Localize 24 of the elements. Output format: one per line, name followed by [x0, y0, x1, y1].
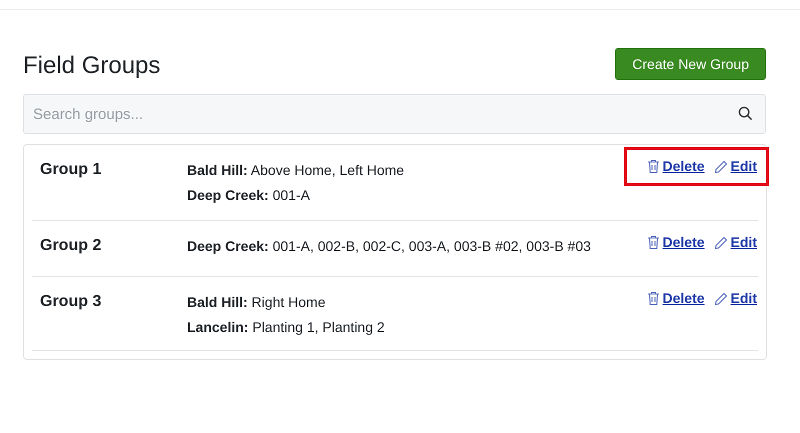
group-name: Group 2 [39, 237, 102, 255]
trash-icon [646, 159, 660, 174]
pencil-icon [714, 236, 728, 250]
edit-link[interactable]: Edit [714, 288, 757, 309]
pencil-icon [714, 160, 728, 174]
group-name: Group 1 [39, 161, 102, 179]
delete-link[interactable]: Delete [646, 232, 705, 253]
group-name: Group 3 [39, 293, 102, 311]
search-field[interactable]: Search groups... [23, 94, 766, 134]
location-line: Bald Hill: Above Home, Left Home [187, 161, 406, 179]
pencil-icon [714, 292, 728, 306]
create-group-button[interactable]: Create New Group [615, 48, 766, 80]
location-line: Deep Creek: 001-A, 002-B, 002-C, 003-A, 003-B #02, 003-B #03 [187, 237, 592, 255]
location-line: Deep Creek: 001-A [187, 186, 311, 204]
edit-link[interactable]: Edit [714, 232, 757, 253]
page-title: Field Groups [23, 51, 160, 81]
trash-icon [646, 291, 660, 306]
location-line: Lancelin: Planting 1, Planting 2 [187, 318, 386, 336]
search-icon [738, 106, 753, 121]
edit-link[interactable]: Edit [714, 156, 757, 177]
location-line: Bald Hill: Right Home [187, 293, 326, 311]
trash-icon [646, 235, 660, 250]
delete-link[interactable]: Delete [646, 156, 705, 177]
delete-link[interactable]: Delete [646, 288, 705, 309]
